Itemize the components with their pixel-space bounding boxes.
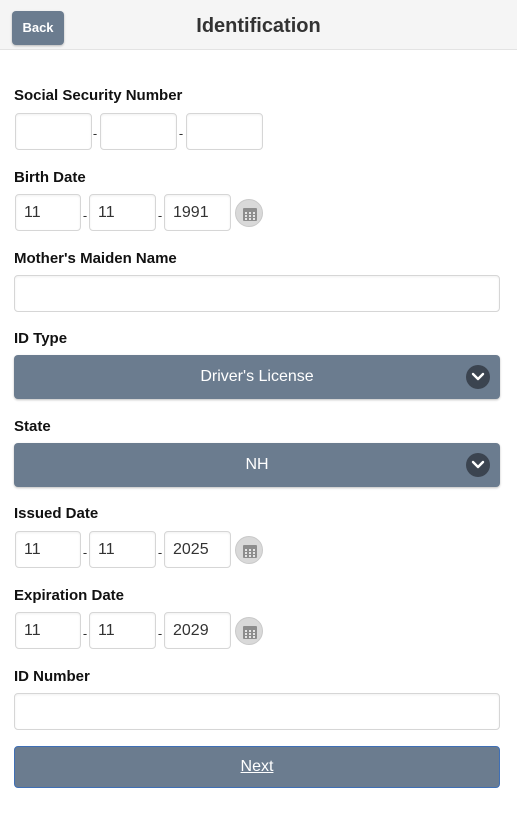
next-button[interactable]: Next xyxy=(14,746,500,788)
back-button[interactable]: Back xyxy=(12,11,64,45)
ssn-separator: - xyxy=(178,126,184,141)
id-type-label: ID Type xyxy=(14,330,68,347)
date-separator: - xyxy=(157,545,163,560)
birth-day-input[interactable] xyxy=(89,194,156,231)
state-value: NH xyxy=(245,456,269,473)
ssn-part2-input[interactable] xyxy=(100,113,177,150)
chevron-down-icon xyxy=(466,453,490,477)
state-label: State xyxy=(14,418,51,435)
id-type-value: Driver's License xyxy=(200,368,314,385)
date-separator: - xyxy=(157,626,163,641)
date-separator: - xyxy=(157,208,163,223)
header-bar: Identification Back xyxy=(0,0,517,50)
birth-date-label: Birth Date xyxy=(14,169,86,186)
issued-year-input[interactable] xyxy=(164,531,231,568)
issued-day-input[interactable] xyxy=(89,531,156,568)
state-select[interactable]: NH xyxy=(14,443,500,487)
expiration-day-input[interactable] xyxy=(89,612,156,649)
birth-year-input[interactable] xyxy=(164,194,231,231)
id-type-select[interactable]: Driver's License xyxy=(14,355,500,399)
birth-month-input[interactable] xyxy=(15,194,81,231)
date-separator: - xyxy=(82,545,88,560)
ssn-part1-input[interactable] xyxy=(15,113,92,150)
chevron-down-icon xyxy=(466,365,490,389)
maiden-name-label: Mother's Maiden Name xyxy=(14,250,177,267)
calendar-icon[interactable] xyxy=(235,199,263,227)
expiration-month-input[interactable] xyxy=(15,612,81,649)
issued-date-label: Issued Date xyxy=(14,505,99,522)
page-title: Identification xyxy=(196,15,321,37)
calendar-icon[interactable] xyxy=(235,617,263,645)
ssn-separator: - xyxy=(92,126,98,141)
date-separator: - xyxy=(82,208,88,223)
id-number-input[interactable] xyxy=(14,693,500,730)
id-number-label: ID Number xyxy=(14,668,90,685)
maiden-name-input[interactable] xyxy=(14,275,500,312)
issued-month-input[interactable] xyxy=(15,531,81,568)
expiration-year-input[interactable] xyxy=(164,612,231,649)
ssn-label: Social Security Number xyxy=(14,87,183,104)
date-separator: - xyxy=(82,626,88,641)
expiration-date-label: Expiration Date xyxy=(14,587,125,604)
ssn-part3-input[interactable] xyxy=(186,113,263,150)
calendar-icon[interactable] xyxy=(235,536,263,564)
